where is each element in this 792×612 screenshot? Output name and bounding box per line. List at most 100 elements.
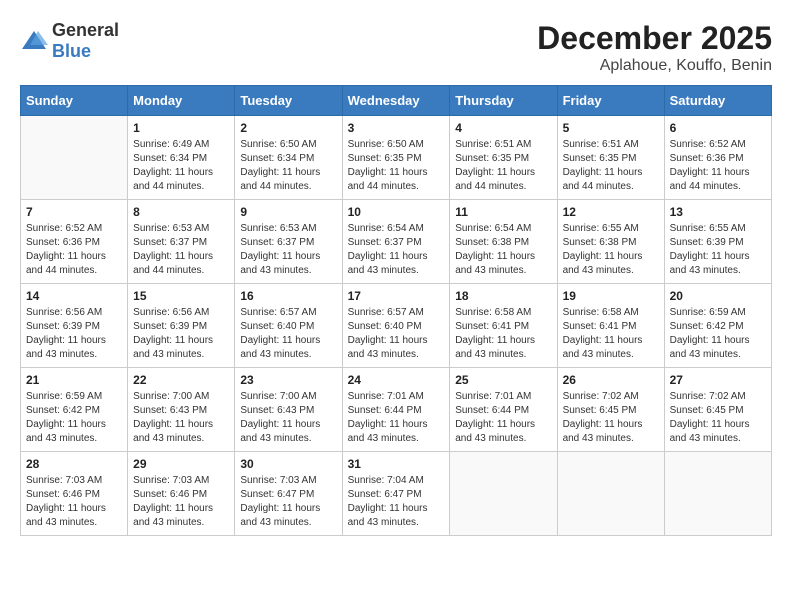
logo-general: General <box>52 20 119 40</box>
logo: General Blue <box>20 20 119 62</box>
day-info: Sunrise: 6:55 AMSunset: 6:38 PMDaylight:… <box>563 222 659 278</box>
week-row-1: 1 Sunrise: 6:49 AMSunset: 6:34 PMDaylight… <box>21 116 772 200</box>
day-info: Sunrise: 7:03 AMSunset: 6:46 PMDaylight:… <box>133 474 229 530</box>
calendar-cell: 13 Sunrise: 6:55 AMSunset: 6:39 PMDayligh… <box>664 200 771 284</box>
day-info: Sunrise: 6:50 AMSunset: 6:34 PMDaylight:… <box>240 138 336 194</box>
day-number: 3 <box>348 121 445 135</box>
calendar-cell: 4 Sunrise: 6:51 AMSunset: 6:35 PMDaylight… <box>450 116 557 200</box>
calendar-cell <box>450 452 557 536</box>
day-number: 30 <box>240 457 336 471</box>
day-number: 22 <box>133 373 229 387</box>
calendar-cell: 10Sunrise: 6:54 AMSunset: 6:37 PMDayligh… <box>342 200 450 284</box>
page-header: General Blue December 2025 Aplahoue, Kou… <box>20 20 772 75</box>
day-number: 10 <box>348 205 445 219</box>
day-info: Sunrise: 6:50 AMSunset: 6:35 PMDaylight:… <box>348 138 445 194</box>
calendar-cell: 19 Sunrise: 6:58 AMSunset: 6:41 PMDayligh… <box>557 284 664 368</box>
calendar-cell: 16 Sunrise: 6:57 AMSunset: 6:40 PMDayligh… <box>235 284 342 368</box>
day-number: 18 <box>455 289 551 303</box>
calendar-cell: 3 Sunrise: 6:50 AMSunset: 6:35 PMDaylight… <box>342 116 450 200</box>
title-block: December 2025 Aplahoue, Kouffo, Benin <box>537 20 772 75</box>
day-info: Sunrise: 6:49 AMSunset: 6:34 PMDaylight:… <box>133 138 229 194</box>
day-number: 8 <box>133 205 229 219</box>
day-info: Sunrise: 6:52 AMSunset: 6:36 PMDaylight:… <box>26 222 122 278</box>
day-info: Sunrise: 7:04 AMSunset: 6:47 PMDaylight:… <box>348 474 445 530</box>
day-info: Sunrise: 7:02 AMSunset: 6:45 PMDaylight:… <box>563 390 659 446</box>
weekday-header-wednesday: Wednesday <box>342 86 450 116</box>
calendar-cell: 30 Sunrise: 7:03 AMSunset: 6:47 PMDayligh… <box>235 452 342 536</box>
day-info: Sunrise: 6:56 AMSunset: 6:39 PMDaylight:… <box>133 306 229 362</box>
calendar-cell: 7 Sunrise: 6:52 AMSunset: 6:36 PMDaylight… <box>21 200 128 284</box>
day-info: Sunrise: 7:01 AMSunset: 6:44 PMDaylight:… <box>348 390 445 446</box>
day-info: Sunrise: 6:51 AMSunset: 6:35 PMDaylight:… <box>455 138 551 194</box>
day-info: Sunrise: 7:03 AMSunset: 6:47 PMDaylight:… <box>240 474 336 530</box>
weekday-header-monday: Monday <box>128 86 235 116</box>
day-number: 19 <box>563 289 659 303</box>
day-info: Sunrise: 6:57 AMSunset: 6:40 PMDaylight:… <box>348 306 445 362</box>
day-number: 23 <box>240 373 336 387</box>
day-number: 21 <box>26 373 122 387</box>
day-info: Sunrise: 7:00 AMSunset: 6:43 PMDaylight:… <box>133 390 229 446</box>
weekday-header-saturday: Saturday <box>664 86 771 116</box>
calendar-cell: 14 Sunrise: 6:56 AMSunset: 6:39 PMDayligh… <box>21 284 128 368</box>
day-number: 12 <box>563 205 659 219</box>
calendar-cell: 15 Sunrise: 6:56 AMSunset: 6:39 PMDayligh… <box>128 284 235 368</box>
calendar-cell: 26 Sunrise: 7:02 AMSunset: 6:45 PMDayligh… <box>557 368 664 452</box>
calendar-cell: 8 Sunrise: 6:53 AMSunset: 6:37 PMDaylight… <box>128 200 235 284</box>
logo-text: General Blue <box>52 20 119 62</box>
day-number: 16 <box>240 289 336 303</box>
day-number: 7 <box>26 205 122 219</box>
day-number: 1 <box>133 121 229 135</box>
day-number: 15 <box>133 289 229 303</box>
day-number: 27 <box>670 373 766 387</box>
day-info: Sunrise: 6:56 AMSunset: 6:39 PMDaylight:… <box>26 306 122 362</box>
logo-blue: Blue <box>52 41 91 61</box>
week-row-2: 7 Sunrise: 6:52 AMSunset: 6:36 PMDaylight… <box>21 200 772 284</box>
location-title: Aplahoue, Kouffo, Benin <box>537 57 772 75</box>
day-number: 29 <box>133 457 229 471</box>
calendar-cell: 28 Sunrise: 7:03 AMSunset: 6:46 PMDayligh… <box>21 452 128 536</box>
week-row-3: 14 Sunrise: 6:56 AMSunset: 6:39 PMDayligh… <box>21 284 772 368</box>
calendar-cell: 29 Sunrise: 7:03 AMSunset: 6:46 PMDayligh… <box>128 452 235 536</box>
day-number: 24 <box>348 373 445 387</box>
day-number: 25 <box>455 373 551 387</box>
weekday-header-row: SundayMondayTuesdayWednesdayThursdayFrid… <box>21 86 772 116</box>
calendar-cell: 24 Sunrise: 7:01 AMSunset: 6:44 PMDayligh… <box>342 368 450 452</box>
calendar-cell: 20Sunrise: 6:59 AMSunset: 6:42 PMDayligh… <box>664 284 771 368</box>
calendar-cell: 22 Sunrise: 7:00 AMSunset: 6:43 PMDayligh… <box>128 368 235 452</box>
calendar-cell <box>21 116 128 200</box>
calendar-cell: 11Sunrise: 6:54 AMSunset: 6:38 PMDayligh… <box>450 200 557 284</box>
month-title: December 2025 <box>537 20 772 57</box>
day-info: Sunrise: 6:53 AMSunset: 6:37 PMDaylight:… <box>133 222 229 278</box>
day-info: Sunrise: 6:59 AMSunset: 6:42 PMDaylight:… <box>26 390 122 446</box>
day-info: Sunrise: 6:59 AMSunset: 6:42 PMDaylight:… <box>670 306 766 362</box>
calendar-cell: 2 Sunrise: 6:50 AMSunset: 6:34 PMDaylight… <box>235 116 342 200</box>
calendar-cell <box>557 452 664 536</box>
day-info: Sunrise: 6:58 AMSunset: 6:41 PMDaylight:… <box>563 306 659 362</box>
logo-icon <box>20 27 48 55</box>
day-info: Sunrise: 6:55 AMSunset: 6:39 PMDaylight:… <box>670 222 766 278</box>
day-number: 6 <box>670 121 766 135</box>
day-number: 4 <box>455 121 551 135</box>
day-info: Sunrise: 6:54 AMSunset: 6:38 PMDaylight:… <box>455 222 551 278</box>
day-number: 26 <box>563 373 659 387</box>
calendar-cell: 5Sunrise: 6:51 AMSunset: 6:35 PMDaylight… <box>557 116 664 200</box>
calendar-cell <box>664 452 771 536</box>
day-number: 2 <box>240 121 336 135</box>
calendar-cell: 17Sunrise: 6:57 AMSunset: 6:40 PMDayligh… <box>342 284 450 368</box>
week-row-4: 21 Sunrise: 6:59 AMSunset: 6:42 PMDayligh… <box>21 368 772 452</box>
day-number: 14 <box>26 289 122 303</box>
calendar-cell: 21 Sunrise: 6:59 AMSunset: 6:42 PMDayligh… <box>21 368 128 452</box>
day-number: 13 <box>670 205 766 219</box>
day-number: 9 <box>240 205 336 219</box>
weekday-header-friday: Friday <box>557 86 664 116</box>
weekday-header-thursday: Thursday <box>450 86 557 116</box>
day-info: Sunrise: 6:57 AMSunset: 6:40 PMDaylight:… <box>240 306 336 362</box>
calendar-cell: 1 Sunrise: 6:49 AMSunset: 6:34 PMDaylight… <box>128 116 235 200</box>
day-info: Sunrise: 7:03 AMSunset: 6:46 PMDaylight:… <box>26 474 122 530</box>
calendar-cell: 23 Sunrise: 7:00 AMSunset: 6:43 PMDayligh… <box>235 368 342 452</box>
weekday-header-tuesday: Tuesday <box>235 86 342 116</box>
day-number: 28 <box>26 457 122 471</box>
calendar-cell: 25 Sunrise: 7:01 AMSunset: 6:44 PMDayligh… <box>450 368 557 452</box>
day-info: Sunrise: 7:00 AMSunset: 6:43 PMDaylight:… <box>240 390 336 446</box>
day-info: Sunrise: 7:01 AMSunset: 6:44 PMDaylight:… <box>455 390 551 446</box>
